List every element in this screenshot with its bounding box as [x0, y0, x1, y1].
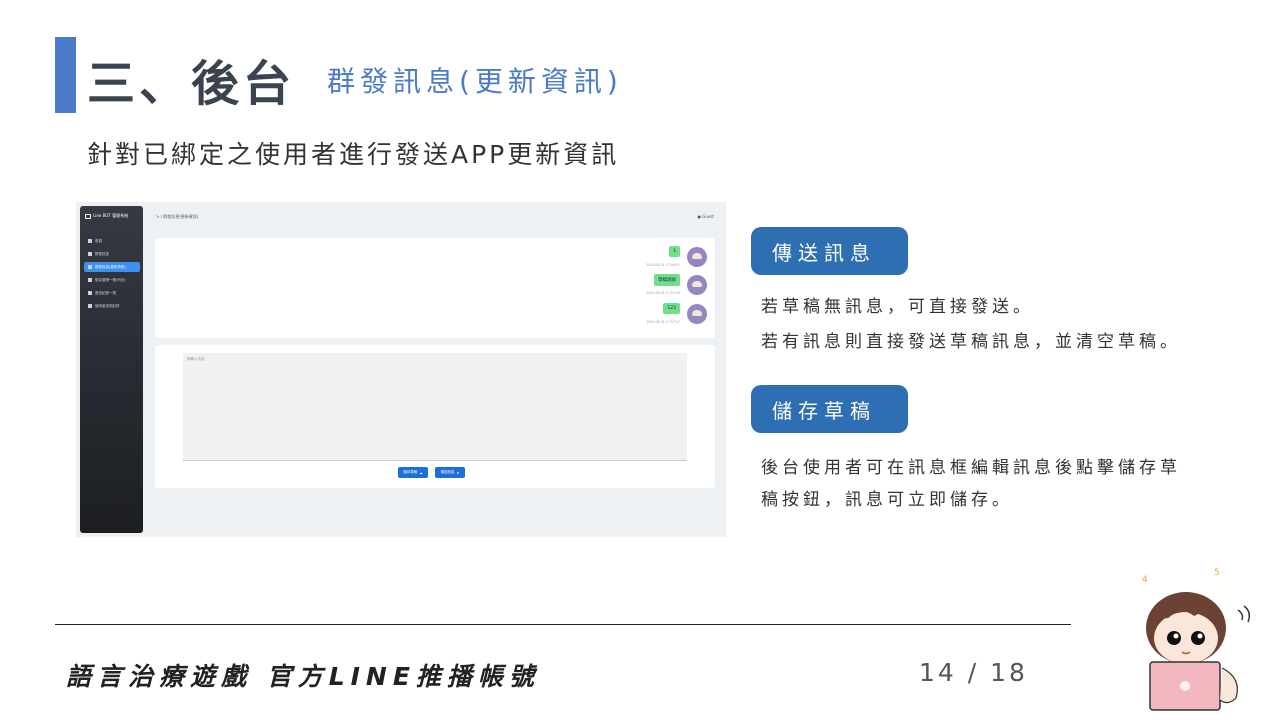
message-textarea[interactable]: 請輸入訊息	[183, 353, 687, 461]
save-draft-label: 儲存草稿	[403, 470, 418, 474]
message-timestamp: 2020-08-01 17:56:01	[646, 263, 680, 267]
grid-icon	[88, 265, 92, 269]
send-icon: ➤	[456, 470, 460, 475]
sidebar-item-broadcast-update[interactable]: 群發訊息(更新資訊)	[84, 262, 140, 272]
grid-icon	[88, 304, 92, 308]
user-menu[interactable]: ● Guest	[697, 214, 714, 219]
slide-title-sub: 群發訊息(更新資訊)	[327, 65, 623, 98]
sidebar-item-label: 綁定管理一覽(列出)	[95, 277, 126, 282]
users-icon	[88, 278, 92, 282]
avatar	[687, 304, 707, 324]
save-description-line: 後台使用者可在訊息框編輯訊息後點擊儲存草	[761, 458, 1181, 478]
avatar	[687, 275, 707, 295]
chat-message: 1	[669, 246, 680, 257]
user-label: Guest	[702, 214, 714, 219]
breadcrumb: > / 群發訊息(更新資訊)	[156, 214, 199, 219]
sidebar-item-label: 群發訊息(更新資訊)	[95, 264, 126, 269]
message-timestamp: 2020-08-01 17:57:43	[646, 291, 680, 295]
grid-icon	[88, 252, 92, 256]
app-screenshot: Line BOT 管理系統 首頁 群發訊息 群發訊息(更新資訊) 綁定管理一覽(…	[76, 202, 726, 537]
app-name: Line BOT 管理系統	[93, 213, 129, 218]
sidebar-item-label: 發送紀錄一覽	[95, 290, 116, 295]
grid-icon	[88, 291, 92, 295]
send-message-button[interactable]: 傳送訊息 ➤	[435, 467, 465, 478]
chat-message: 123	[663, 303, 680, 314]
page-number: 14 / 18	[919, 658, 1028, 687]
sidebar-item-broadcast[interactable]: 群發訊息	[84, 249, 140, 259]
sidebar-item-home[interactable]: 首頁	[84, 236, 140, 246]
compose-panel: 請輸入訊息 儲存草稿 ☁ 傳送訊息 ➤	[155, 345, 715, 488]
logo-icon	[85, 213, 91, 219]
svg-text:4: 4	[1142, 575, 1148, 585]
cloud-icon: ☁	[419, 470, 423, 475]
save-draft-tag: 儲存草稿	[751, 385, 908, 433]
message-bubble: 1	[669, 246, 680, 257]
sidebar-item-label: 群發訊息	[95, 251, 109, 256]
app-logo: Line BOT 管理系統	[85, 213, 128, 219]
sidebar-item-query-log[interactable]: 使用者查詢記錄	[84, 301, 140, 311]
send-label: 傳送訊息	[440, 470, 455, 474]
svg-text:5: 5	[1214, 568, 1220, 578]
send-message-tag: 傳送訊息	[751, 227, 908, 275]
slide-title: 三、後台	[87, 56, 296, 112]
sidebar-item-label: 使用者查詢記錄	[95, 303, 120, 308]
message-history-panel: 1 2020-08-01 17:56:01 草稿測試 2020-08-01 17…	[155, 238, 715, 338]
avatar	[687, 247, 707, 267]
save-description-line: 稿按鈕，訊息可立即儲存。	[761, 490, 1013, 510]
message-bubble: 123	[663, 303, 680, 314]
sidebar: Line BOT 管理系統 首頁 群發訊息 群發訊息(更新資訊) 綁定管理一覽(…	[80, 206, 143, 533]
mascot-illustration: 4 5	[1142, 568, 1251, 711]
grid-icon	[88, 239, 92, 243]
footer-title: 語言治療遊戲 官方LINE推播帳號	[66, 662, 540, 691]
message-timestamp: 2020-08-01 17:57:47	[646, 320, 680, 324]
sidebar-item-label: 首頁	[95, 238, 102, 243]
sidebar-item-binding[interactable]: 綁定管理一覽(列出)	[84, 275, 140, 285]
title-accent-bar	[55, 37, 76, 113]
slide-subtitle: 針對已綁定之使用者進行發送APP更新資訊	[87, 140, 620, 169]
sidebar-item-send-log[interactable]: 發送紀錄一覽	[84, 288, 140, 298]
send-description-line: 若有訊息則直接發送草稿訊息，並清空草稿。	[761, 332, 1181, 352]
send-description-line: 若草稿無訊息，可直接發送。	[761, 297, 1034, 317]
save-draft-button[interactable]: 儲存草稿 ☁	[398, 467, 428, 478]
footer-divider	[55, 624, 1071, 625]
message-bubble: 草稿測試	[654, 274, 680, 286]
chat-message: 草稿測試	[654, 274, 680, 286]
